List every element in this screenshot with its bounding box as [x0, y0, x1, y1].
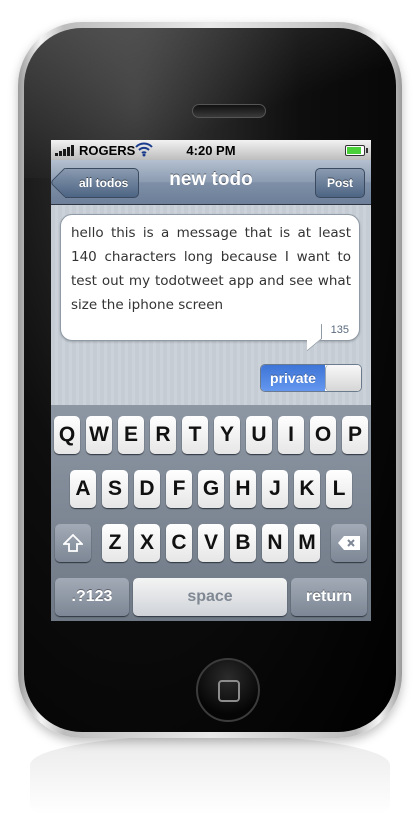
home-button[interactable] — [196, 658, 260, 722]
key-g[interactable]: G — [198, 470, 224, 508]
key-e[interactable]: E — [118, 416, 144, 454]
status-bar: ROGERS 4:20 PM — [51, 140, 371, 160]
message-text[interactable]: hello this is a message that is at least… — [71, 221, 351, 317]
key-l[interactable]: L — [326, 470, 352, 508]
key-i[interactable]: I — [278, 416, 304, 454]
key-h[interactable]: H — [230, 470, 256, 508]
backspace-key[interactable] — [331, 524, 367, 562]
key-k[interactable]: K — [294, 470, 320, 508]
space-key[interactable]: space — [133, 578, 287, 616]
key-r[interactable]: R — [150, 416, 176, 454]
post-button[interactable]: Post — [315, 168, 365, 198]
key-c[interactable]: C — [166, 524, 192, 562]
battery-icon — [345, 145, 368, 156]
toggle-knob[interactable] — [325, 365, 361, 391]
screen: ROGERS 4:20 PM all todos new todo Post h… — [51, 140, 371, 621]
key-x[interactable]: X — [134, 524, 160, 562]
key-z[interactable]: Z — [102, 524, 128, 562]
message-bubble[interactable]: hello this is a message that is at least… — [60, 214, 360, 341]
backspace-icon — [338, 536, 360, 550]
key-y[interactable]: Y — [214, 416, 240, 454]
status-time: 4:20 PM — [186, 143, 236, 158]
key-p[interactable]: P — [342, 416, 368, 454]
navigation-bar: all todos new todo Post — [51, 160, 371, 205]
key-v[interactable]: V — [198, 524, 224, 562]
numbers-key[interactable]: .?123 — [55, 578, 129, 616]
key-o[interactable]: O — [310, 416, 336, 454]
compose-area: hello this is a message that is at least… — [51, 205, 371, 405]
private-toggle[interactable]: private — [260, 364, 362, 392]
char-count: 135 — [330, 324, 349, 336]
home-square-icon — [218, 680, 240, 702]
key-q[interactable]: Q — [54, 416, 80, 454]
key-d[interactable]: D — [134, 470, 160, 508]
key-s[interactable]: S — [102, 470, 128, 508]
key-u[interactable]: U — [246, 416, 272, 454]
key-a[interactable]: A — [70, 470, 96, 508]
shift-key[interactable] — [55, 524, 91, 562]
return-key[interactable]: return — [291, 578, 367, 616]
key-f[interactable]: F — [166, 470, 192, 508]
keyboard: .?123 space return QWERTYUIOP ASDFGHJKL ZX… — [51, 405, 371, 621]
key-n[interactable]: N — [262, 524, 288, 562]
key-w[interactable]: W — [86, 416, 112, 454]
phone-reflection — [30, 735, 390, 815]
shift-arrow-icon — [61, 533, 85, 552]
earpiece-speaker — [192, 104, 266, 118]
key-j[interactable]: J — [262, 470, 288, 508]
private-toggle-label: private — [261, 365, 325, 391]
key-m[interactable]: M — [294, 524, 320, 562]
key-t[interactable]: T — [182, 416, 208, 454]
key-b[interactable]: B — [230, 524, 256, 562]
